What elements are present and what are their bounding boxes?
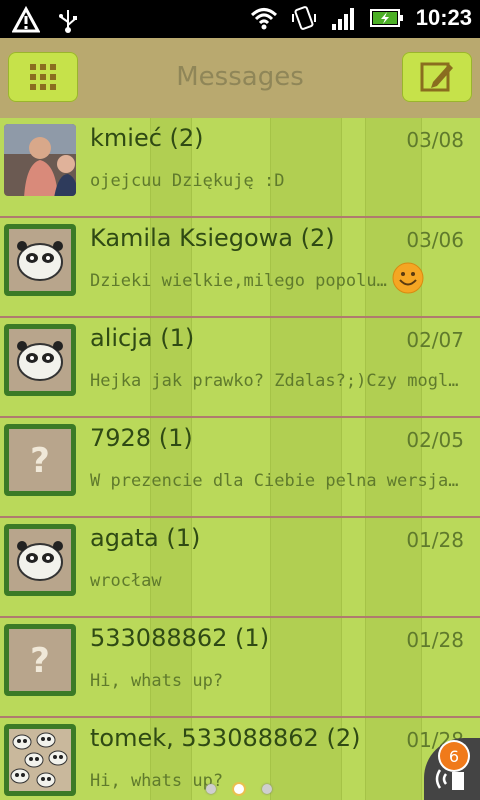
- page-dot[interactable]: [206, 784, 216, 794]
- conversation-name: Kamila Ksiegowa (2): [90, 224, 335, 252]
- unknown-contact-icon: ?: [4, 624, 76, 696]
- unknown-contact-icon: ?: [4, 424, 76, 496]
- usb-icon: [59, 10, 77, 33]
- conversation-item[interactable]: alicja (1) 02/07 Hejka jak prawko? Zdala…: [0, 318, 480, 418]
- conversation-item[interactable]: ? 533088862 (1) 01/28 Hi, whats up?: [0, 618, 480, 718]
- conversation-name: 7928 (1): [90, 424, 193, 452]
- wifi-icon: [250, 8, 277, 30]
- conversation-name: alicja (1): [90, 324, 195, 352]
- page-dot-active[interactable]: [234, 784, 244, 794]
- conversation-item[interactable]: kmieć (2) 03/08 ojejcuu Dziękuję :D: [0, 118, 480, 218]
- conversation-item[interactable]: ? 7928 (1) 02/05 W prezencie dla Ciebie …: [0, 418, 480, 518]
- panda-avatar-icon: [4, 224, 76, 296]
- vibrate-icon: [291, 6, 316, 30]
- compose-icon: [420, 62, 453, 92]
- conversation-snippet: Dzieki wielkie,milego popoludnia: [90, 271, 390, 291]
- conversation-snippet: ojejcuu Dziękuję :D: [90, 171, 285, 191]
- conversation-name: agata (1): [90, 524, 201, 552]
- status-bar: 10:23: [0, 0, 480, 38]
- compose-button[interactable]: [402, 52, 472, 102]
- conversation-item[interactable]: agata (1) 01/28 wrocław: [0, 518, 480, 618]
- conversation-date: 02/05: [406, 428, 464, 452]
- conversation-date: 03/08: [406, 128, 464, 152]
- conversation-snippet: W prezencie dla Ciebie pelna wersja gry.…: [90, 471, 466, 491]
- avatar-photo: [4, 124, 76, 196]
- conversation-date: 03/06: [406, 228, 464, 252]
- svg-text:?: ?: [30, 441, 50, 481]
- conversation-item[interactable]: Kamila Ksiegowa (2) 03/06 Dzieki wielkie…: [0, 218, 480, 318]
- conversation-snippet: Hi, whats up?: [90, 771, 224, 791]
- group-avatar-icon: [4, 724, 76, 796]
- panda-avatar-icon: [4, 324, 76, 396]
- notification-badge: 6: [440, 742, 468, 770]
- conversation-date: 01/28: [406, 628, 464, 652]
- app-header: Messages: [0, 38, 480, 118]
- conversation-snippet: Hejka jak prawko? Zdalas?;)Czy moglabys …: [90, 371, 466, 391]
- battery-icon: [369, 9, 403, 27]
- conversation-date: 01/28: [406, 528, 464, 552]
- conversation-snippet: Hi, whats up?: [90, 671, 224, 691]
- svg-text:?: ?: [30, 641, 50, 681]
- conversation-date: 02/07: [406, 328, 464, 352]
- smiley-icon: [392, 262, 424, 294]
- signal-icon: [331, 8, 354, 30]
- conversation-list: kmieć (2) 03/08 ojejcuu Dziękuję :D Kami…: [0, 118, 480, 800]
- conversation-name: 533088862 (1): [90, 624, 270, 652]
- panda-avatar-icon: [4, 524, 76, 596]
- conversation-name: tomek, 533088862 (2): [90, 724, 361, 752]
- page-dot[interactable]: [262, 784, 272, 794]
- page-indicator: [206, 784, 272, 794]
- conversation-name: kmieć (2): [90, 124, 204, 152]
- warning-icon: [12, 6, 40, 33]
- conversation-snippet: wrocław: [90, 571, 162, 591]
- clock: 10:23: [415, 5, 472, 30]
